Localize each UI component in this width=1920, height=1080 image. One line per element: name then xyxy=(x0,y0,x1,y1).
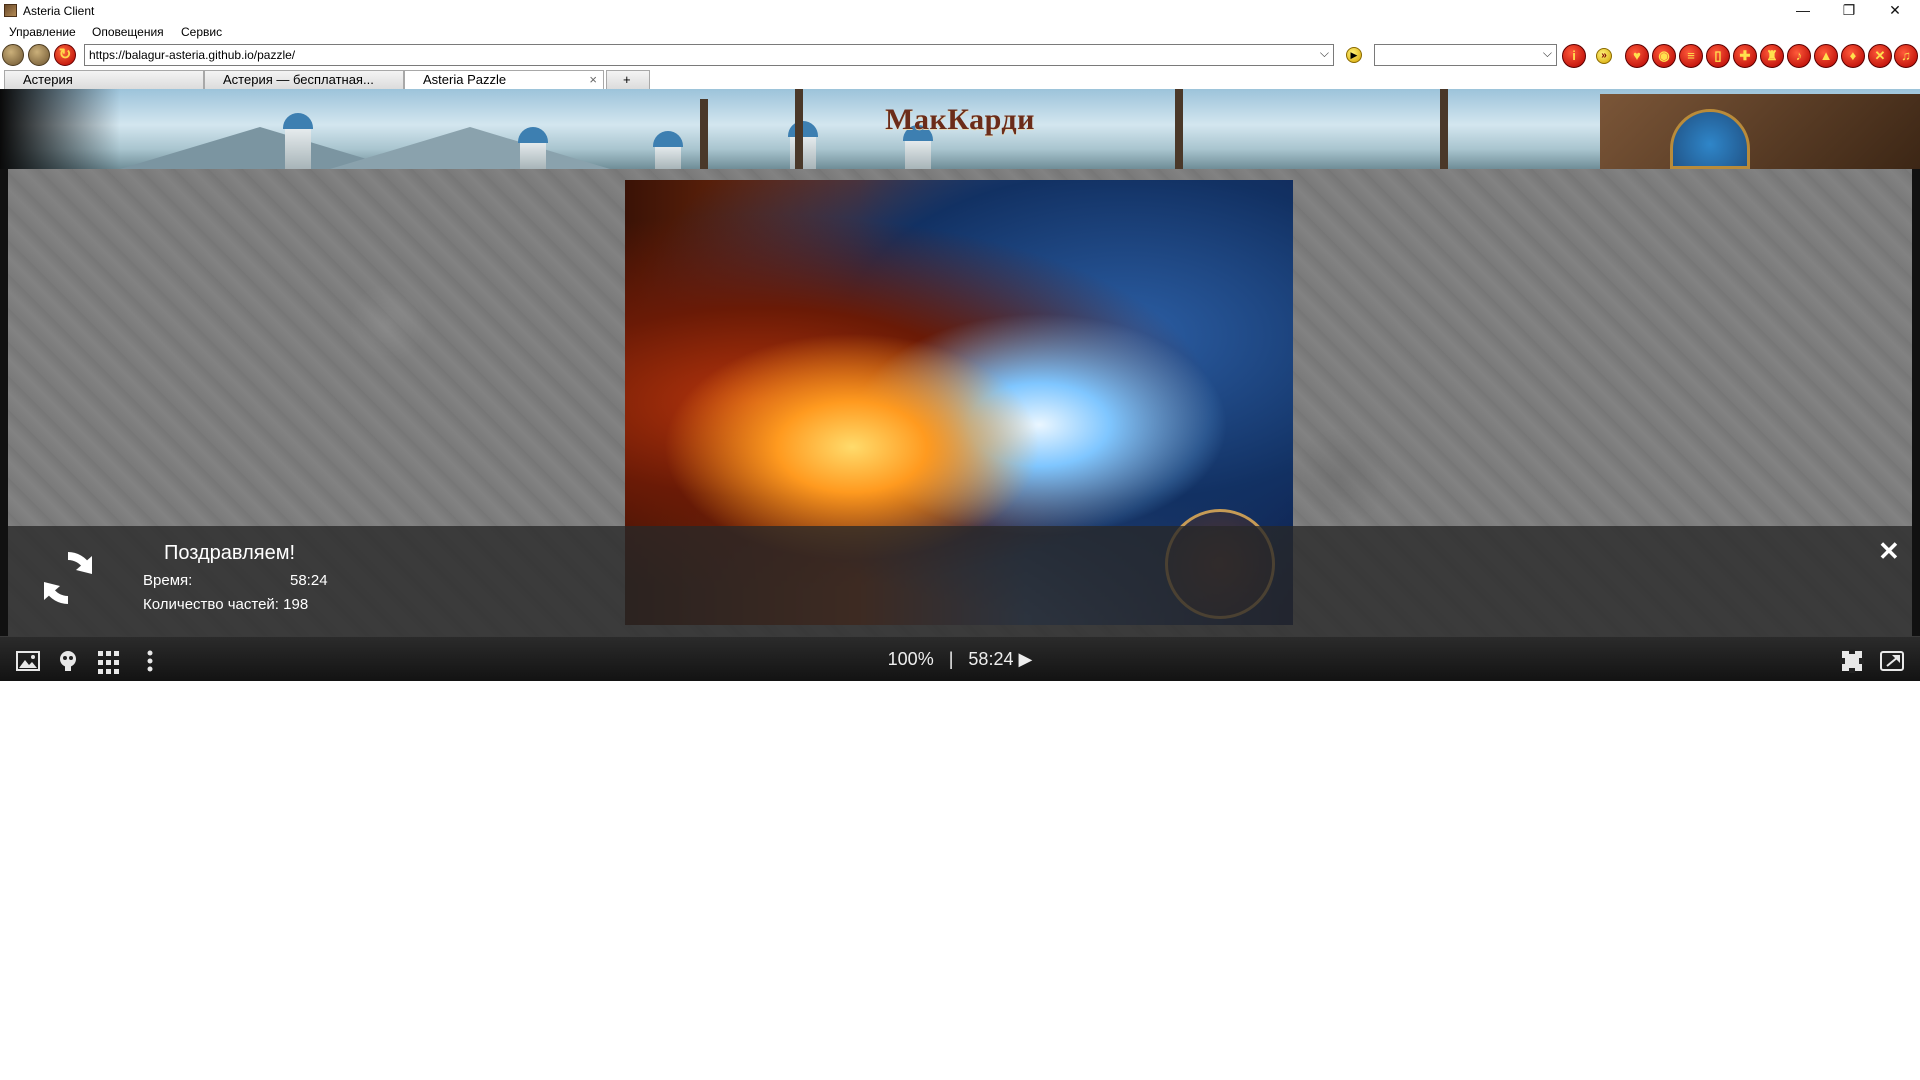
new-tab-label: + xyxy=(623,72,631,87)
tab-label: Астерия xyxy=(23,72,73,87)
bell-icon[interactable]: ♪ xyxy=(1787,44,1811,68)
time-value: 58:24 xyxy=(290,572,328,589)
tower-decoration xyxy=(518,127,548,169)
status-separator: | xyxy=(948,649,954,669)
url-text: https://balagur-asteria.github.io/pazzle… xyxy=(89,48,296,62)
back-icon[interactable] xyxy=(2,44,24,66)
scroll-icon[interactable]: ≡ xyxy=(1679,44,1703,68)
menu-servis[interactable]: Сервис xyxy=(181,25,222,39)
info-icon[interactable]: i xyxy=(1562,44,1586,68)
camera-icon[interactable]: ◉ xyxy=(1652,44,1676,68)
close-icon[interactable]: ✕ xyxy=(1878,536,1900,567)
menu-upravlenie[interactable]: Управление xyxy=(9,25,76,39)
refresh-icon[interactable] xyxy=(36,546,100,610)
menu-bar: Управление Оповещения Сервис xyxy=(0,22,1920,42)
go-icon[interactable]: ▶ xyxy=(1346,47,1362,63)
status-display: 100% | 58:24 ▶ xyxy=(0,649,1920,670)
potion-icon[interactable]: ♦ xyxy=(1841,44,1865,68)
play-icon[interactable]: ▶ xyxy=(1018,649,1032,669)
swords-icon[interactable]: ✕ xyxy=(1868,44,1892,68)
zoom-level[interactable]: 100% xyxy=(888,649,934,669)
restore-button[interactable]: ❐ xyxy=(1826,0,1872,22)
tower-decoration xyxy=(788,121,818,169)
reload-icon[interactable]: ↻ xyxy=(54,44,76,66)
tab-bar: Астерия Астерия — бесплатная... Asteria … xyxy=(0,70,1920,90)
timer: 58:24 xyxy=(968,649,1014,669)
close-window-button[interactable]: ✕ xyxy=(1872,0,1918,22)
arrow-icon[interactable]: » xyxy=(1596,48,1612,64)
puzzle-piece-icon[interactable] xyxy=(1840,649,1864,673)
puzzle-toolbar: 100% | 58:24 ▶ xyxy=(0,636,1920,681)
parts-count: Количество частей: 198 xyxy=(143,596,309,613)
tab-label: Астерия — бесплатная... xyxy=(223,72,374,87)
tower-decoration xyxy=(903,125,933,169)
tab-asteria-free[interactable]: Астерия — бесплатная... xyxy=(204,70,404,89)
forward-icon[interactable] xyxy=(28,44,50,66)
time-label: Время: xyxy=(143,572,193,589)
header-banner: МакКарди xyxy=(0,89,1920,169)
chevron-down-icon[interactable]: ⌵ xyxy=(1320,46,1329,61)
tab-label: Asteria Pazzle xyxy=(423,72,507,87)
window-title: Asteria Client xyxy=(23,4,95,18)
app-icon xyxy=(4,4,17,17)
browser-toolbar: ↻ https://balagur-asteria.github.io/pazz… xyxy=(0,42,1920,70)
book-icon[interactable]: ▯ xyxy=(1706,44,1730,68)
music-icon[interactable]: ♫ xyxy=(1894,44,1918,68)
menu-opoveshcheniya[interactable]: Оповещения xyxy=(92,25,164,39)
lamp-icon[interactable]: ♜ xyxy=(1760,44,1784,68)
close-tab-icon[interactable]: × xyxy=(589,71,597,89)
address-bar[interactable]: https://balagur-asteria.github.io/pazzle… xyxy=(84,44,1334,66)
congrats-text: Поздравляем! xyxy=(164,542,296,564)
tab-asteria-pazzle[interactable]: Asteria Pazzle × xyxy=(404,70,604,89)
fullscreen-icon[interactable] xyxy=(1880,649,1904,673)
result-panel: Поздравляем! Время: 58:24 Количество час… xyxy=(8,526,1912,636)
tower-decoration xyxy=(653,131,683,169)
new-tab-button[interactable]: + xyxy=(606,70,650,89)
window-titlebar: Asteria Client — ❐ ✕ xyxy=(0,0,1920,22)
minimize-button[interactable]: — xyxy=(1780,0,1826,22)
chevron-down-icon[interactable]: ⌵ xyxy=(1543,46,1552,61)
heart-icon[interactable]: ♥ xyxy=(1625,44,1649,68)
tab-asteria[interactable]: Астерия xyxy=(4,70,204,89)
banner-title: МакКарди xyxy=(885,103,1035,136)
gift-icon[interactable]: ✚ xyxy=(1733,44,1757,68)
web-content: МакКарди Поздравляем! Время: 58:24 Колич… xyxy=(0,89,1920,681)
quick-select[interactable]: ⌵ xyxy=(1374,44,1557,66)
shirt-icon[interactable]: ▲ xyxy=(1814,44,1838,68)
